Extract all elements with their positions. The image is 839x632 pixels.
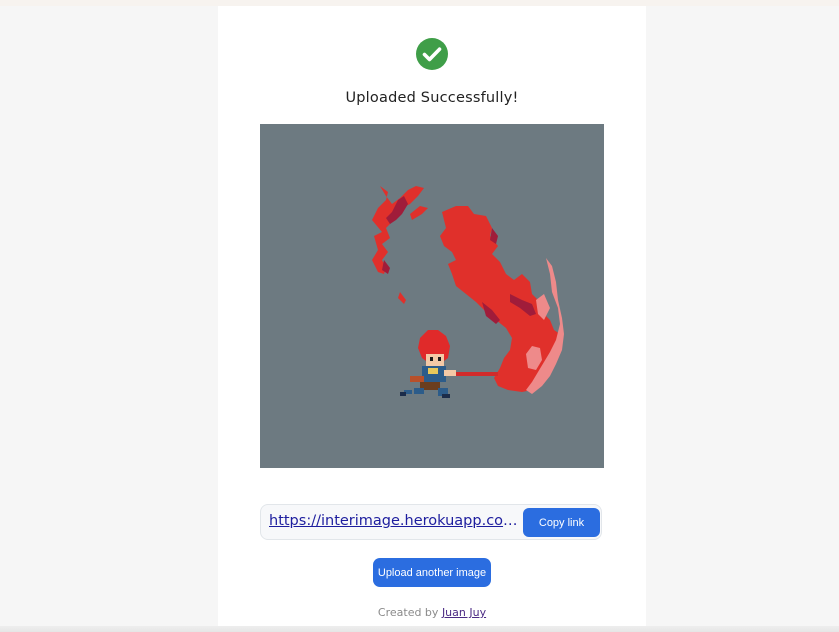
- copy-link-button[interactable]: Copy link: [523, 508, 600, 537]
- share-link[interactable]: https://interimage.herokuapp.com/...: [269, 513, 519, 529]
- bottom-edge: [0, 626, 839, 632]
- uploaded-image: [260, 124, 604, 468]
- upload-another-button[interactable]: Upload another image: [373, 558, 491, 587]
- footer-prefix: Created by: [377, 606, 439, 619]
- upload-result-card: Uploaded Successfully! https://interimag…: [218, 6, 646, 632]
- status-title: Uploaded Successfully!: [345, 90, 519, 106]
- share-link-bar: https://interimage.herokuapp.com/... Cop…: [260, 504, 602, 540]
- author-link[interactable]: Juan Juy: [442, 606, 486, 619]
- footer-credit: Created by Juan Juy: [218, 606, 646, 619]
- check-circle-icon: [416, 38, 448, 70]
